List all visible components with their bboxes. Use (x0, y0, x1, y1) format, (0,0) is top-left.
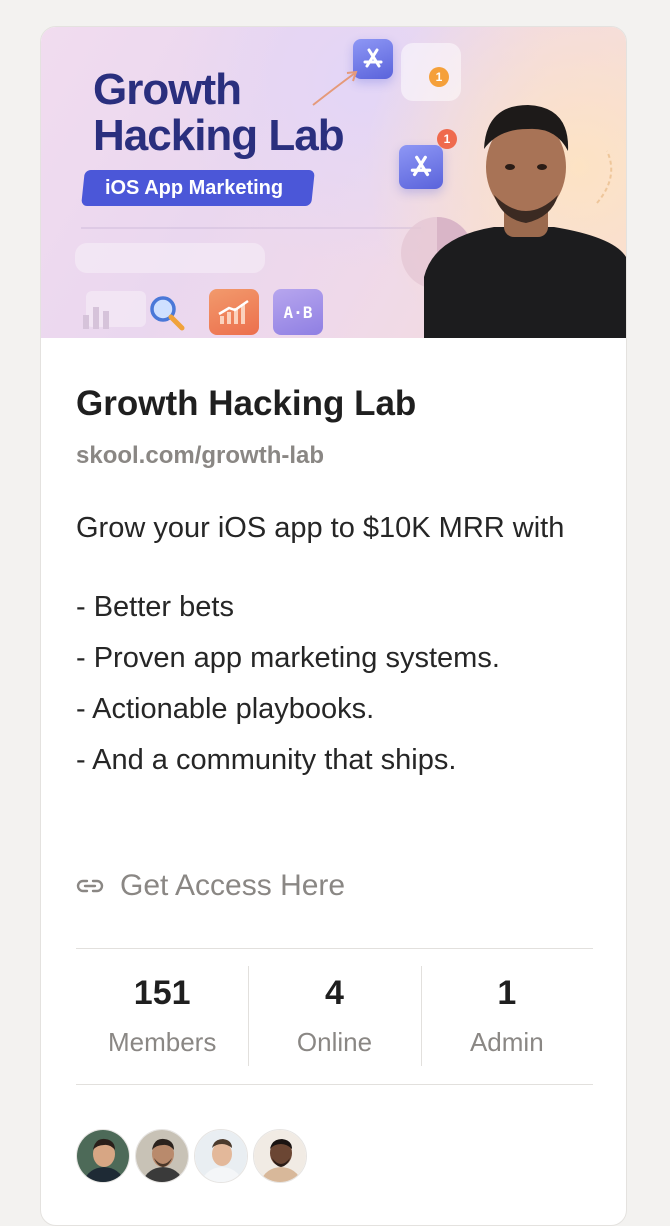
banner-subtitle-pill: iOS App Marketing (81, 170, 316, 206)
description-bullet: - Proven app marketing systems. (76, 642, 500, 674)
description-bullet: - Better bets (76, 591, 234, 623)
ab-test-icon: A·B (273, 289, 323, 335)
growth-chart-icon (209, 289, 259, 335)
group-description: Grow your iOS app to $10K MRR with - Bet… (76, 503, 606, 786)
stat-value: 1 (497, 974, 517, 1012)
stat-value: 151 (133, 974, 191, 1012)
host-photo (424, 105, 626, 338)
bar-chart-icon (83, 307, 109, 329)
description-bullet: - And a community that ships. (76, 744, 457, 776)
stat-value: 4 (325, 974, 344, 1012)
banner-title: Growth Hacking Lab (93, 65, 345, 160)
group-url[interactable]: skool.com/growth-lab (76, 442, 324, 470)
notification-badge: 1 (429, 67, 449, 87)
description-intro: Grow your iOS app to $10K MRR with (76, 512, 565, 544)
stat-members[interactable]: 151 Members (76, 948, 248, 1084)
group-card: Growth Hacking Lab iOS App Marketing 1 1 (40, 26, 627, 1226)
stat-admin[interactable]: 1 Admin (420, 948, 593, 1084)
get-access-label: Get Access Here (120, 869, 346, 902)
member-avatar[interactable] (135, 1129, 189, 1183)
member-avatars (76, 1129, 307, 1183)
member-avatar[interactable] (76, 1129, 130, 1183)
group-banner[interactable]: Growth Hacking Lab iOS App Marketing 1 1 (41, 27, 626, 338)
stat-label: Admin (469, 1027, 544, 1057)
search-icon (150, 296, 185, 331)
description-bullet: - Actionable playbooks. (76, 693, 375, 725)
stat-online[interactable]: 4 Online (248, 948, 420, 1084)
stat-label: Online (296, 1027, 373, 1057)
get-access-link[interactable]: Get Access Here (76, 869, 345, 903)
arrow-icon (312, 70, 358, 106)
banner-decor (81, 227, 421, 229)
stat-label: Members (107, 1027, 217, 1057)
divider (76, 1084, 593, 1085)
member-avatar[interactable] (194, 1129, 248, 1183)
group-stats: 151 Members 4 Online 1 Admin (76, 948, 593, 1084)
group-name[interactable]: Growth Hacking Lab (76, 384, 416, 424)
link-icon (76, 879, 104, 893)
member-avatar[interactable] (253, 1129, 307, 1183)
group-info: Growth Hacking Lab skool.com/growth-lab … (41, 338, 626, 1218)
banner-decor (75, 243, 265, 273)
